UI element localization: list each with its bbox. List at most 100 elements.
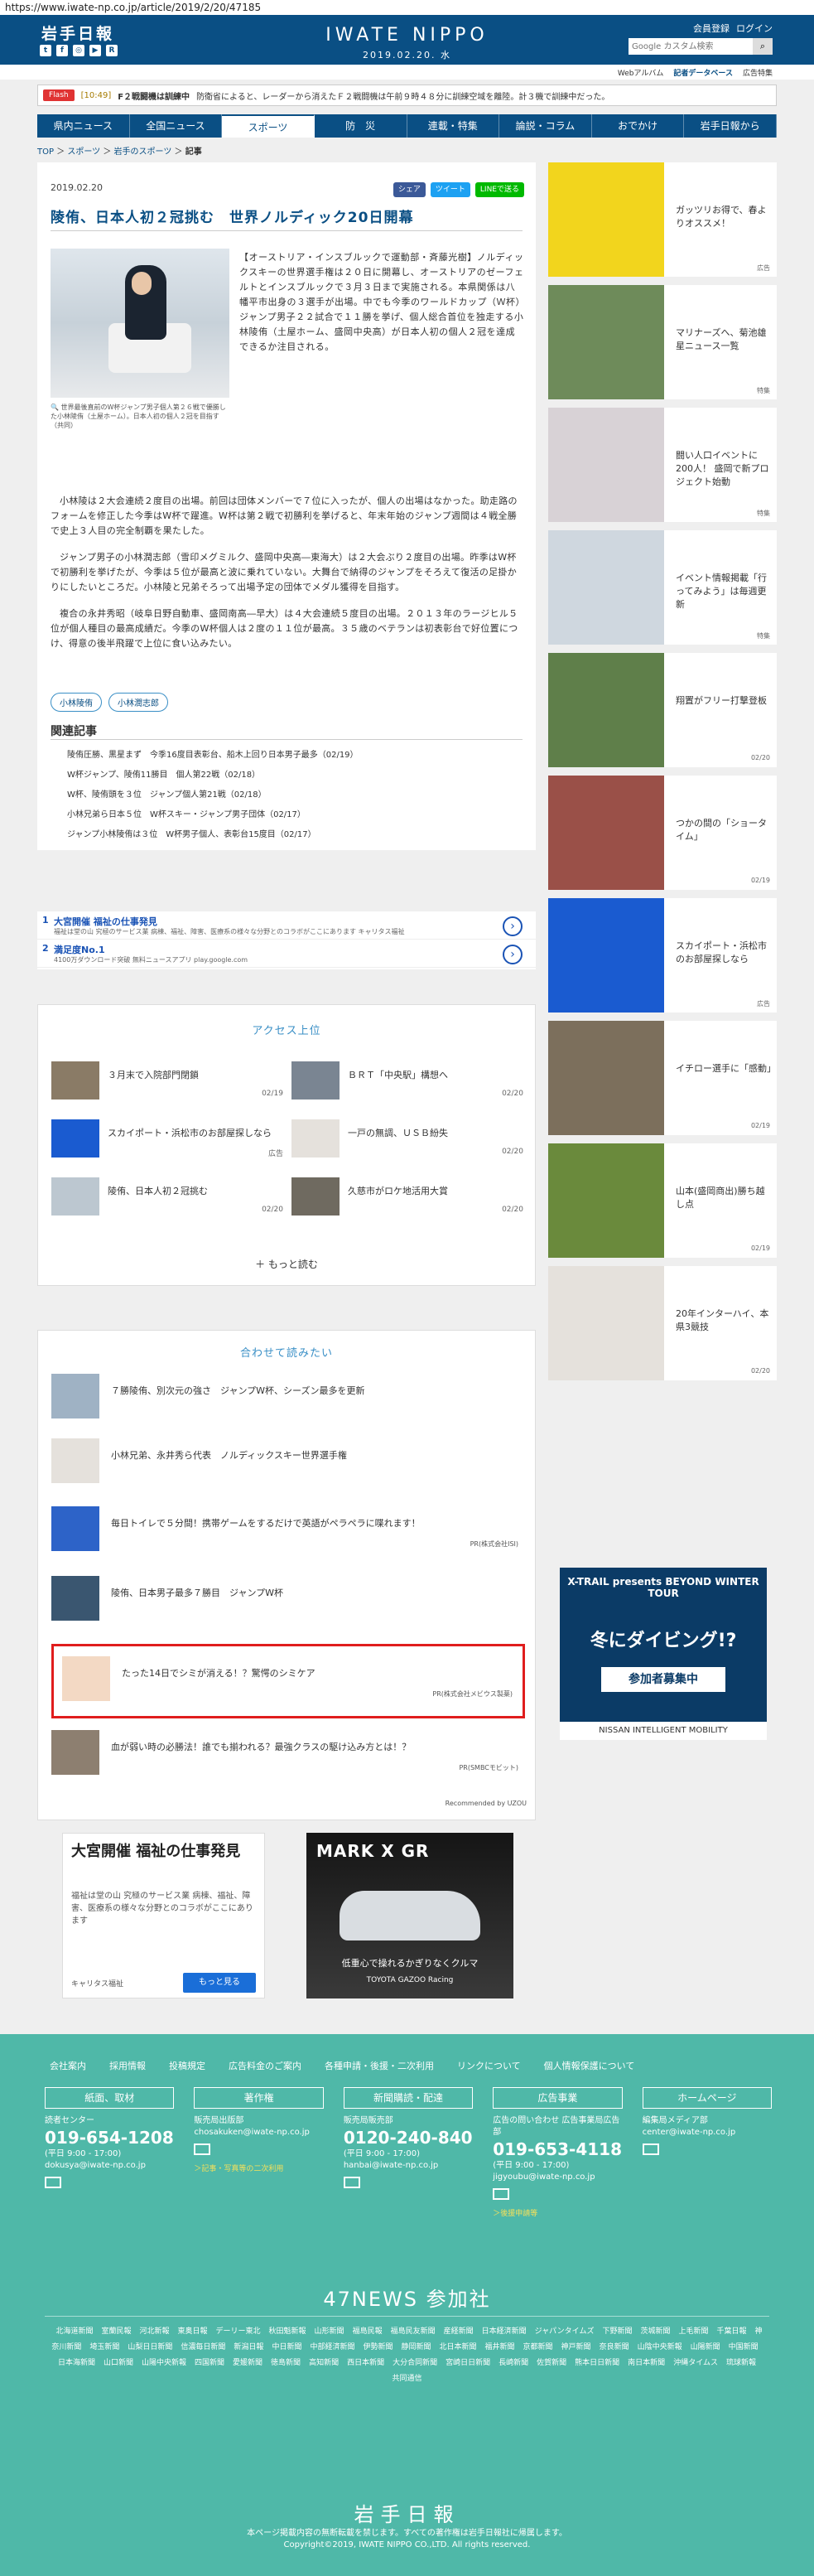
member-paper-link[interactable]: 山陽中央新報 [142, 2359, 186, 2367]
email-link[interactable]: dokusya@iwate-np.co.jp [45, 2160, 174, 2172]
recommend-text[interactable]: 小林兄弟、永井秀ら代表 ノルディックスキー世界選手権 [111, 1448, 517, 1462]
sidebar-text[interactable]: 山本(盛岡商出)勝ち越し点 [676, 1185, 772, 1211]
footer-link[interactable]: 会社案内 [50, 2059, 86, 2072]
member-paper-link[interactable]: 長崎新聞 [499, 2359, 528, 2367]
nav-local-news[interactable]: 県内ニュース [37, 114, 130, 138]
member-paper-link[interactable]: 大分合同新聞 [393, 2359, 437, 2367]
sidebar-item[interactable]: ガッツリお得で、春よりオススメ！ 広告 [548, 162, 777, 277]
email-link[interactable]: jigyoubu@iwate-np.co.jp [493, 2172, 622, 2183]
nav-sports[interactable]: スポーツ [222, 114, 315, 138]
member-paper-link[interactable]: デーリー東北 [216, 2327, 261, 2336]
phone-number[interactable]: 019-653-4118 [493, 2139, 622, 2160]
nav-disaster[interactable]: 防 災 [315, 114, 407, 138]
secondary-use-link[interactable]: ＞記事・写真等の二次利用 [194, 2163, 323, 2173]
recommend-text[interactable]: 毎日トイレで５分間！携帯ゲームをするだけで英語がペラペラに喋れます！ [111, 1516, 517, 1530]
member-paper-link[interactable]: 山陰中央新報 [638, 2343, 682, 2351]
ranking-item[interactable]: 陵侑、日本人初２冠挑む 02/20 [51, 1177, 283, 1216]
member-paper-link[interactable]: 四国新聞 [195, 2359, 224, 2367]
footer-link[interactable]: 採用情報 [109, 2059, 146, 2072]
member-paper-link[interactable]: 北日本新聞 [440, 2343, 477, 2351]
nav-opinion[interactable]: 論説・コラム [499, 114, 592, 138]
member-paper-link[interactable]: 徳島新聞 [271, 2359, 301, 2367]
member-paper-link[interactable]: 南日本新聞 [628, 2359, 665, 2367]
phone-number[interactable]: 0120-240-840 [344, 2127, 473, 2148]
member-paper-link[interactable]: 中日新聞 [272, 2343, 301, 2351]
sidebar-text[interactable]: 翔置がフリー打撃登板 [676, 694, 772, 708]
recommend-text[interactable]: 血が弱い時の必勝法！誰でも揃われる？最強クラスの駆け込み方とは！？ [111, 1740, 517, 1753]
webalbum-link[interactable]: Webアルバム [618, 67, 664, 78]
related-link[interactable]: W杯、陵侑頭を３位 ジャンプ個人第21戦（02/18） [67, 785, 523, 805]
member-paper-link[interactable]: 千葉日報 [717, 2327, 747, 2336]
member-paper-link[interactable]: 伊勢新聞 [363, 2343, 393, 2351]
member-paper-link[interactable]: 福井新聞 [485, 2343, 515, 2351]
text-ad[interactable]: 2 満足度No.1 4100万ダウンロード突破 無料ニュースアプリ play.g… [37, 941, 536, 968]
member-paper-link[interactable]: 愛媛新聞 [233, 2359, 263, 2367]
ranking-item[interactable]: ＢＲＴ「中央駅」構想へ 02/20 [291, 1061, 523, 1100]
footer-link[interactable]: 個人情報保護について [544, 2059, 635, 2072]
sidebar-item[interactable]: マリナーズへ、菊池雄星ニュース一覧 特集 [548, 285, 777, 399]
mail-icon[interactable] [343, 2177, 360, 2188]
recommend-text[interactable]: たった14日でシミが消える！？驚愕のシミケア [122, 1666, 527, 1679]
sidebar-item[interactable]: 20年インターハイ、本県3競技 02/20 [548, 1266, 777, 1380]
footer-logo[interactable]: 岩手日報 [0, 2498, 814, 2527]
ranking-text[interactable]: 久慈市がロケ地活用大賞 [348, 1184, 513, 1197]
sidebar-item[interactable]: イチロー選手に「感動」 02/19 [548, 1021, 777, 1135]
sidebar-text[interactable]: スカイポート・浜松市のお部屋探しなら [676, 940, 772, 966]
sidebar-text[interactable]: 20年インターハイ、本県3競技 [676, 1307, 772, 1334]
member-paper-link[interactable]: 西日本新聞 [347, 2359, 384, 2367]
member-paper-link[interactable]: 奈良新聞 [600, 2343, 629, 2351]
related-link[interactable]: W杯ジャンプ、陵侑11勝目 個人第22戦（02/18） [67, 766, 523, 785]
tweet-button[interactable]: ツイート [430, 182, 470, 197]
sponsorship-link[interactable]: ＞後援申請等 [493, 2207, 622, 2218]
highlighted-item[interactable]: たった14日でシミが消える！？驚愕のシミケア PR(株式会社メビウス製薬) [51, 1644, 525, 1718]
flash-news[interactable]: Flash [10:49] F２戦闘機は訓練中 防衛省によると、レーダーから消え… [37, 85, 777, 106]
recommend-item[interactable]: 陵侑、日本男子最多７勝目 ジャンプW杯 [51, 1576, 523, 1626]
member-paper-link[interactable]: 北海道新聞 [55, 2327, 93, 2336]
sidebar-text[interactable]: ガッツリお得で、春よりオススメ！ [676, 204, 772, 230]
sidebar-text[interactable]: イベント情報掲載「行ってみよう」は毎週更新 [676, 572, 772, 611]
member-paper-link[interactable]: 日本海新聞 [58, 2359, 95, 2367]
tag-kobayashi-junshiro[interactable]: 小林潤志郎 [108, 693, 168, 712]
member-paper-link[interactable]: 産経新聞 [444, 2327, 474, 2336]
member-paper-link[interactable]: ジャパンタイムズ [535, 2327, 595, 2336]
reporter-db-link[interactable]: 記者データベース [673, 67, 733, 78]
member-paper-link[interactable]: 埼玉新聞 [89, 2343, 119, 2351]
display-ad-car[interactable]: MARK X GR 低重心で操れるかぎりなくクルマ TOYOTA GAZOO R… [306, 1833, 513, 1998]
member-paper-link[interactable]: 茨城新聞 [640, 2327, 670, 2336]
member-paper-link[interactable]: 山口新聞 [104, 2359, 133, 2367]
email-link[interactable]: chosakuken@iwate-np.co.jp [194, 2127, 323, 2139]
footer-link[interactable]: 投稿規定 [169, 2059, 205, 2072]
member-paper-link[interactable]: 秋田魁新報 [269, 2327, 306, 2336]
footer-link[interactable]: 広告料金のご案内 [229, 2059, 301, 2072]
member-paper-link[interactable]: 室蘭民報 [101, 2327, 131, 2336]
member-paper-link[interactable]: 熊本日日新聞 [575, 2359, 619, 2367]
sidebar-item[interactable]: イベント情報掲載「行ってみよう」は毎週更新 特集 [548, 530, 777, 645]
member-paper-link[interactable]: 中国新聞 [729, 2343, 759, 2351]
ranking-item[interactable]: 久慈市がロケ地活用大賞 02/20 [291, 1177, 523, 1216]
crumb-top[interactable]: TOP [37, 147, 54, 157]
recommend-item[interactable]: 血が弱い時の必勝法！誰でも揃われる？最強クラスの駆け込み方とは！？ PR(SMB… [51, 1730, 523, 1780]
crumb-iwate-sports[interactable]: 岩手のスポーツ [114, 147, 172, 157]
sidebar-item[interactable]: 闘い人口イベントに200人！ 盛岡で新プロジェクト始動 特集 [548, 408, 777, 522]
phone-number[interactable]: 019-654-1208 [45, 2127, 174, 2148]
footer-link[interactable]: 各種申請・後援・二次利用 [325, 2059, 434, 2072]
member-paper-link[interactable]: 下野新聞 [602, 2327, 632, 2336]
sidebar-text[interactable]: つかの間の「ショータイム」 [676, 817, 772, 843]
chevron-right-icon[interactable]: › [503, 916, 523, 936]
member-paper-link[interactable]: 信濃毎日新聞 [181, 2343, 225, 2351]
read-more-button[interactable]: ＋ もっと読む [38, 1257, 535, 1271]
ranking-text[interactable]: ＢＲＴ「中央駅」構想へ [348, 1068, 513, 1081]
ranking-item[interactable]: スカイポート・浜松市のお部屋探しなら 広告 [51, 1119, 283, 1158]
member-paper-link[interactable]: 上毛新聞 [678, 2327, 708, 2336]
flash-headline[interactable]: F２戦闘機は訓練中 [118, 89, 190, 102]
email-link[interactable]: center@iwate-np.co.jp [643, 2127, 772, 2139]
chevron-right-icon[interactable]: › [503, 945, 523, 964]
mail-icon[interactable] [493, 2188, 510, 2200]
display-ad-fukushi[interactable]: 大宮開催 福祉の仕事発見 福祉は堂の山 究極のサービス業 病棟、福祉、障害、医療… [62, 1833, 265, 1998]
member-paper-link[interactable]: 日本経済新聞 [482, 2327, 527, 2336]
tag-kobayashi-ryoyu[interactable]: 小林陵侑 [51, 693, 102, 712]
ad-feature-link[interactable]: 広告特集 [743, 67, 773, 78]
recommend-item[interactable]: たった14日でシミが消える！？驚愕のシミケア PR(株式会社メビウス製薬) [62, 1656, 518, 1706]
search-input[interactable] [629, 38, 753, 55]
member-paper-link[interactable]: 京都新聞 [523, 2343, 553, 2351]
